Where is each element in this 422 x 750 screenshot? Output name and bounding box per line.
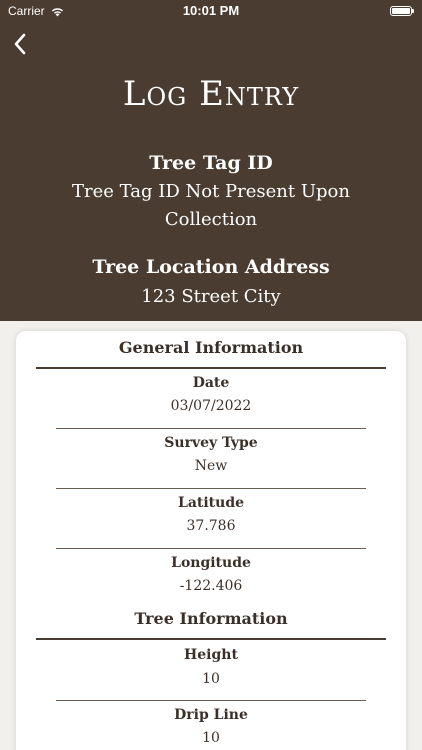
- battery-icon: [390, 6, 414, 16]
- survey-type-label: Survey Type: [164, 435, 258, 451]
- date-value: 03/07/2022: [170, 398, 252, 414]
- latitude-value: 37.786: [186, 518, 236, 534]
- survey-type-value: New: [194, 458, 228, 474]
- header: Carrier 10:01 PM Log Entry Tree Tag ID T…: [0, 0, 422, 321]
- height-label: Height: [184, 647, 238, 663]
- tree-tag-value: Tree Tag ID Not Present Upon Collection: [72, 181, 350, 230]
- longitude-label: Longitude: [171, 555, 251, 571]
- tree-tag-label: Tree Tag ID: [149, 152, 273, 174]
- height-value: 10: [202, 671, 220, 687]
- field-divider: [56, 488, 366, 489]
- field-divider: [56, 548, 366, 549]
- drip-line-label: Drip Line: [174, 707, 248, 723]
- section-divider: [36, 638, 386, 640]
- drip-line-value: 10: [202, 730, 220, 746]
- status-time: 10:01 PM: [182, 3, 240, 18]
- page-title: Log Entry: [122, 74, 300, 114]
- field-divider: [56, 428, 366, 429]
- log-details-card: General Information Date 03/07/2022 Surv…: [16, 331, 406, 750]
- tree-info-title: Tree Information: [134, 609, 288, 628]
- general-info-title: General Information: [118, 338, 304, 357]
- date-label: Date: [192, 375, 230, 391]
- longitude-value: -122.406: [179, 578, 243, 594]
- back-button[interactable]: [8, 30, 36, 58]
- chevron-left-icon: [14, 33, 26, 55]
- address-label: Tree Location Address: [92, 256, 330, 278]
- section-divider: [36, 367, 386, 369]
- status-bar: Carrier 10:01 PM: [0, 0, 422, 22]
- latitude-label: Latitude: [177, 495, 245, 511]
- field-divider: [56, 700, 366, 701]
- address-value: 123 Street City: [141, 286, 281, 307]
